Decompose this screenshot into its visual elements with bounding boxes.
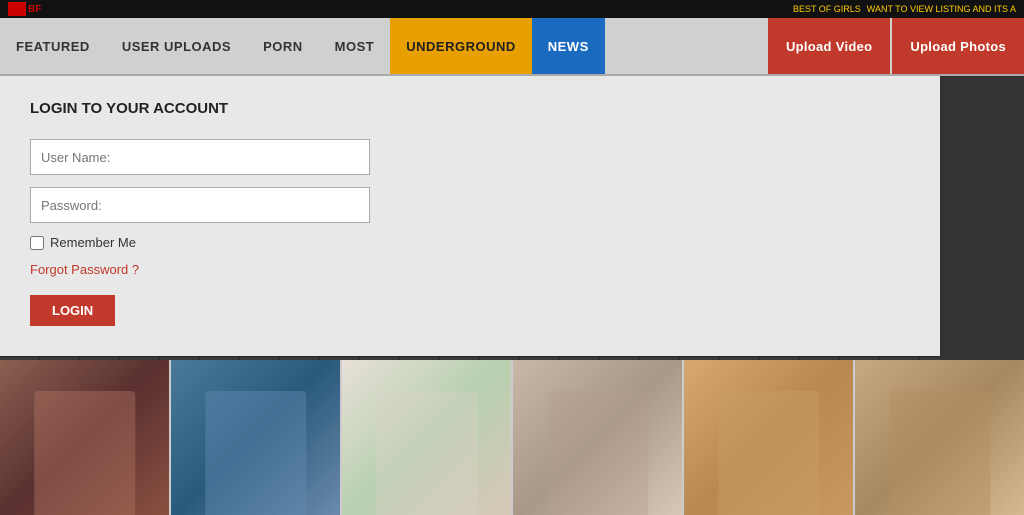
logo-icon: [8, 2, 26, 16]
thumb-figure-6: [889, 391, 990, 515]
upload-photos-button[interactable]: Upload Photos: [892, 18, 1024, 74]
thumb-figure-2: [205, 391, 306, 515]
login-panel: LOGIN TO YOUR ACCOUNT Remember Me Forgot…: [0, 76, 940, 356]
login-title: LOGIN TO YOUR ACCOUNT: [30, 100, 910, 117]
remember-me-label: Remember Me: [50, 235, 136, 250]
nav-item-user-uploads[interactable]: USER UPLOADS: [106, 18, 247, 74]
thumbnail-6[interactable]: [855, 360, 1024, 515]
nav-links: FEATURED USER UPLOADS PORN MOST UNDERGRO…: [0, 18, 768, 74]
top-bar-left-link[interactable]: BEST OF GIRLS: [793, 4, 861, 14]
remember-me-checkbox[interactable]: [30, 236, 44, 250]
thumb-figure-1: [34, 391, 135, 515]
thumbnail-4[interactable]: [513, 360, 682, 515]
nav-item-news[interactable]: NEWS: [532, 18, 605, 74]
thumbnail-2[interactable]: [171, 360, 340, 515]
username-group: [30, 139, 910, 175]
username-input[interactable]: [30, 139, 370, 175]
password-input[interactable]: [30, 187, 370, 223]
logo-text: BF: [28, 4, 41, 15]
nav-item-porn[interactable]: PORN: [247, 18, 319, 74]
top-bar: BF BEST OF GIRLS WANT TO VIEW LISTING AN…: [0, 0, 1024, 18]
nav-item-featured[interactable]: FEATURED: [0, 18, 106, 74]
nav-bar: FEATURED USER UPLOADS PORN MOST UNDERGRO…: [0, 18, 1024, 76]
password-group: [30, 187, 910, 223]
top-bar-links: BEST OF GIRLS WANT TO VIEW LISTING AND I…: [787, 0, 1016, 18]
main-content: LOGIN TO YOUR ACCOUNT Remember Me Forgot…: [0, 76, 1024, 515]
thumb-figure-5: [718, 391, 819, 515]
thumbnail-3[interactable]: [342, 360, 511, 515]
nav-item-underground[interactable]: UNDERGROUND: [390, 18, 532, 74]
login-button[interactable]: LOGIN: [30, 295, 115, 326]
thumbnail-5[interactable]: [684, 360, 853, 515]
nav-right: Upload Video Upload Photos: [768, 18, 1024, 74]
remember-me-group: Remember Me: [30, 235, 910, 250]
top-bar-right-link[interactable]: WANT TO VIEW LISTING AND ITS A: [867, 4, 1016, 14]
thumb-figure-3: [376, 391, 477, 515]
right-dark-panel: [940, 76, 1024, 360]
thumbnails-bar: [0, 360, 1024, 515]
logo: BF: [8, 2, 41, 16]
thumb-figure-4: [547, 391, 648, 515]
nav-item-most[interactable]: MOST: [319, 18, 391, 74]
thumbnail-1[interactable]: [0, 360, 169, 515]
upload-video-button[interactable]: Upload Video: [768, 18, 890, 74]
forgot-password-link[interactable]: Forgot Password ?: [30, 262, 910, 277]
